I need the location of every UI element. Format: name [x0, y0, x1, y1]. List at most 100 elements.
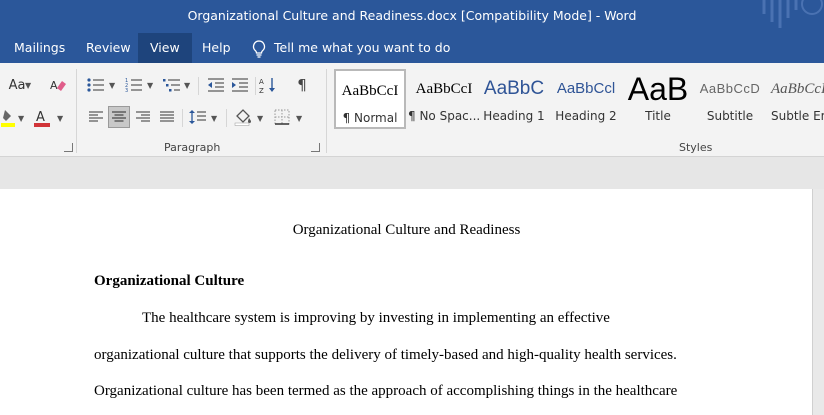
svg-text:3: 3 — [125, 88, 128, 93]
decrease-indent-button[interactable] — [206, 75, 226, 95]
numbering-icon: 123 — [125, 78, 142, 93]
document-title: Organizational Culture and Readiness — [292, 222, 521, 238]
pilcrow-icon: ¶ — [297, 76, 307, 94]
multilevel-list-icon — [163, 79, 180, 92]
vertical-scrollbar[interactable] — [813, 189, 824, 415]
style-preview: AaBbC — [483, 78, 545, 99]
button-separator — [226, 109, 227, 127]
justify-button[interactable] — [157, 107, 177, 127]
paint-bucket-icon — [234, 109, 251, 126]
style-preview: AaB — [627, 71, 689, 107]
numbering-button[interactable]: 123 — [124, 75, 144, 95]
style-name: Title — [645, 109, 671, 123]
style-name: ¶ No Spac... — [408, 109, 480, 123]
styles-gallery: AaBbCcI ¶ Normal AaBbCcI ¶ No Spac... Aa… — [333, 69, 824, 131]
style-title[interactable]: AaB Title — [625, 69, 691, 129]
style-heading-1[interactable]: AaBbC Heading 1 — [482, 69, 546, 129]
paragraph-group-label: Paragraph — [164, 141, 221, 154]
multilevel-list-button[interactable] — [162, 75, 182, 95]
style-name: ¶ Normal — [342, 111, 398, 125]
svg-text:A: A — [50, 79, 58, 92]
align-center-icon — [112, 111, 126, 122]
tab-help[interactable]: Help — [190, 33, 243, 63]
tab-view[interactable]: View — [138, 33, 192, 63]
align-center-button[interactable] — [108, 106, 130, 128]
style-subtle-emphasis[interactable]: AaBbCcI Subtle Em — [767, 69, 824, 129]
window-title: Organizational Culture and Readiness.doc… — [187, 8, 637, 23]
svg-text:A: A — [259, 78, 264, 86]
borders-icon — [274, 109, 290, 125]
style-preview: AaBbCcI — [771, 81, 824, 97]
multilevel-caret-icon[interactable]: ▼ — [184, 81, 190, 90]
numbering-caret-icon[interactable]: ▼ — [147, 81, 153, 90]
sort-button[interactable]: A Z — [258, 75, 278, 95]
line-spacing-caret-icon[interactable]: ▼ — [211, 114, 217, 123]
title-bar: Organizational Culture and Readiness.doc… — [0, 0, 824, 33]
increase-indent-icon — [232, 78, 248, 92]
style-name: Heading 2 — [555, 109, 617, 123]
clear-formatting-button[interactable]: A — [48, 75, 68, 95]
style-preview: AaBbCcI — [341, 83, 399, 99]
ribbon-tabs: Mailings Review View Help Tell me what y… — [0, 33, 824, 63]
decrease-indent-icon — [208, 78, 224, 92]
style-subtitle[interactable]: AaBbCcD Subtitle — [697, 69, 763, 129]
paragraph-line-3: Organizational culture has been termed a… — [94, 383, 678, 399]
style-heading-2[interactable]: AaBbCcl Heading 2 — [552, 69, 620, 129]
document-canvas-margin — [0, 157, 824, 189]
font-color-button[interactable]: A — [32, 107, 52, 129]
borders-caret-icon[interactable]: ▼ — [296, 114, 302, 123]
title-decoration-icon — [762, 0, 823, 28]
style-normal[interactable]: AaBbCcI ¶ Normal — [334, 69, 406, 129]
highlight-color-button[interactable] — [0, 107, 18, 129]
svg-text:A: A — [36, 110, 45, 125]
paragraph-line-2: organizational culture that supports the… — [94, 347, 677, 363]
button-separator — [255, 77, 256, 95]
style-name: Subtitle — [706, 109, 754, 123]
line-spacing-button[interactable] — [188, 107, 208, 127]
shading-caret-icon[interactable]: ▼ — [257, 114, 263, 123]
justify-icon — [160, 111, 174, 122]
sort-icon: A Z — [259, 78, 275, 94]
font-color-icon: A — [34, 110, 50, 127]
highlight-caret-icon[interactable]: ▼ — [18, 114, 24, 123]
group-separator — [326, 69, 327, 153]
align-left-button[interactable] — [86, 107, 106, 127]
document-page[interactable]: Organizational Culture and Readiness Org… — [0, 189, 813, 415]
button-separator — [182, 109, 183, 127]
section-heading: Organizational Culture — [94, 273, 245, 289]
paragraph-dialog-launcher-icon[interactable] — [311, 143, 320, 152]
style-preview: AaBbCcD — [699, 81, 761, 96]
style-preview: AaBbCcI — [415, 81, 473, 97]
tell-me-search[interactable]: Tell me what you want to do — [252, 33, 450, 63]
style-name: Heading 1 — [483, 109, 545, 123]
paragraph-line-1: The healthcare system is improving by in… — [142, 310, 610, 326]
ribbon: Aa ▼ A ▼ A ▼ ▼ 123 ▼ ▼ A Z ¶ ▼ ▼ ▼ Parag… — [0, 63, 824, 157]
align-right-icon — [136, 111, 150, 122]
bullets-caret-icon[interactable]: ▼ — [109, 81, 115, 90]
line-spacing-icon — [189, 110, 206, 124]
align-right-button[interactable] — [133, 107, 153, 127]
lightbulb-icon — [252, 39, 266, 58]
svg-text:Z: Z — [259, 87, 264, 94]
bullets-button[interactable] — [86, 75, 106, 95]
eraser-icon: A — [50, 79, 66, 92]
align-left-icon — [89, 111, 103, 122]
highlighter-icon — [1, 110, 15, 127]
group-separator — [76, 69, 77, 153]
style-preview: AaBbCcl — [556, 80, 616, 97]
change-case-caret-icon[interactable]: ▼ — [25, 81, 31, 90]
font-color-caret-icon[interactable]: ▼ — [57, 114, 63, 123]
show-formatting-marks-button[interactable]: ¶ — [292, 75, 312, 95]
button-separator — [198, 77, 199, 95]
styles-group-label: Styles — [679, 141, 713, 154]
style-no-spacing[interactable]: AaBbCcI ¶ No Spac... — [408, 69, 480, 129]
bullets-icon — [87, 78, 104, 92]
borders-button[interactable] — [272, 107, 292, 127]
tab-mailings[interactable]: Mailings — [2, 33, 77, 63]
change-case-label: Aa — [8, 77, 26, 93]
tab-review[interactable]: Review — [74, 33, 143, 63]
tell-me-text: Tell me what you want to do — [274, 40, 451, 55]
shading-button[interactable] — [233, 107, 253, 127]
font-dialog-launcher-icon[interactable] — [64, 143, 73, 152]
increase-indent-button[interactable] — [230, 75, 250, 95]
